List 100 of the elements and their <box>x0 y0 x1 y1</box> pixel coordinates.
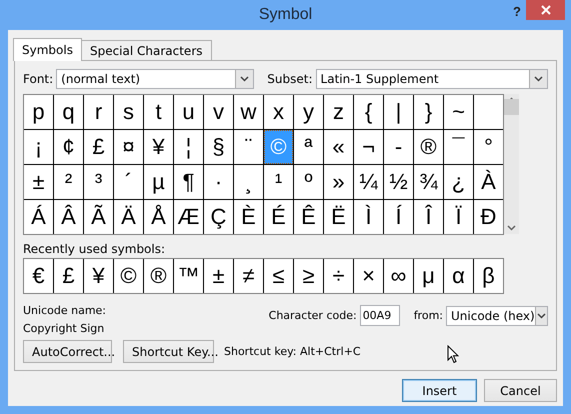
recent-symbol[interactable]: ¥ <box>84 259 113 293</box>
symbol-cell[interactable]: ¡ <box>24 130 53 164</box>
symbol-cell[interactable]: µ <box>144 165 173 199</box>
symbol-cell[interactable]: ª <box>294 130 323 164</box>
close-icon <box>540 5 550 15</box>
subset-dropdown[interactable]: Latin-1 Supplement <box>316 69 548 89</box>
symbol-cell[interactable]: } <box>414 95 443 129</box>
symbol-cell[interactable]: Å <box>144 200 173 234</box>
symbol-cell[interactable]: ¤ <box>114 130 143 164</box>
scrollbar[interactable] <box>504 94 519 234</box>
mouse-pointer-icon <box>447 345 459 364</box>
symbol-cell[interactable]: Á <box>24 200 53 234</box>
close-button[interactable] <box>526 0 565 20</box>
help-button[interactable]: ? <box>513 4 521 19</box>
recent-symbol[interactable]: ± <box>204 259 233 293</box>
symbol-cell[interactable]: « <box>324 130 353 164</box>
symbol-cell[interactable]: ° <box>474 130 503 164</box>
recent-symbols-label: Recently used symbols: <box>23 242 166 256</box>
symbol-cell[interactable]: t <box>144 95 173 129</box>
symbol-cell[interactable]: u <box>174 95 203 129</box>
symbol-cell[interactable]: Í <box>384 200 413 234</box>
tab[interactable]: Symbols <box>13 38 82 61</box>
symbol-cell[interactable]: ² <box>54 165 83 199</box>
symbol-cell[interactable]: ³ <box>84 165 113 199</box>
symbol-cell[interactable]: - <box>384 130 413 164</box>
symbol-cell[interactable]: ¢ <box>54 130 83 164</box>
symbol-cell[interactable]: Ä <box>114 200 143 234</box>
symbol-cell[interactable]: ¥ <box>144 130 173 164</box>
symbol-cell[interactable]: ¦ <box>174 130 203 164</box>
recent-symbol[interactable]: ≥ <box>294 259 323 293</box>
symbol-cell[interactable]: s <box>114 95 143 129</box>
symbol-cell[interactable]: ® <box>414 130 443 164</box>
symbol-cell[interactable]: ± <box>24 165 53 199</box>
symbol-cell[interactable]: ´ <box>114 165 143 199</box>
insert-button[interactable]: Insert <box>402 379 477 402</box>
symbol-cell[interactable]: ¹ <box>264 165 293 199</box>
symbol-cell[interactable]: Ê <box>294 200 323 234</box>
symbol-cell[interactable]: z <box>324 95 353 129</box>
recent-symbol[interactable]: ® <box>144 259 173 293</box>
symbol-cell[interactable]: À <box>474 165 503 199</box>
symbol-cell[interactable]: p <box>24 95 53 129</box>
symbol-cell[interactable]: q <box>54 95 83 129</box>
recent-symbol[interactable]: £ <box>54 259 83 293</box>
symbol-cell[interactable]: ¸ <box>234 165 263 199</box>
font-label: Font: <box>23 72 54 86</box>
character-code-field[interactable]: 00A9 <box>360 305 400 326</box>
symbol-cell[interactable]: È <box>234 200 263 234</box>
from-dropdown[interactable]: Unicode (hex) <box>446 306 548 326</box>
symbol-cell[interactable]: ¯ <box>444 130 473 164</box>
symbol-cell[interactable]: Ë <box>324 200 353 234</box>
recent-symbol[interactable]: ≠ <box>234 259 263 293</box>
symbol-cell[interactable]: ¬ <box>354 130 383 164</box>
symbol-cell[interactable]: § <box>204 130 233 164</box>
symbol-cell[interactable]: É <box>264 200 293 234</box>
symbol-cell[interactable]: Ç <box>204 200 233 234</box>
character-code-label: Character code: <box>268 309 357 322</box>
symbol-cell[interactable]: Â <box>54 200 83 234</box>
symbol-cell[interactable]: y <box>294 95 323 129</box>
symbol-cell[interactable] <box>474 95 503 129</box>
symbol-cell[interactable]: r <box>84 95 113 129</box>
symbol-cell[interactable]: Æ <box>174 200 203 234</box>
symbol-cell[interactable]: Ã <box>84 200 113 234</box>
symbol-cell[interactable]: x <box>264 95 293 129</box>
symbol-cell[interactable]: Î <box>414 200 443 234</box>
symbol-cell[interactable]: ¶ <box>174 165 203 199</box>
symbol-cell[interactable]: { <box>354 95 383 129</box>
symbol-cell[interactable]: v <box>204 95 233 129</box>
recent-symbol[interactable]: α <box>444 259 473 293</box>
symbol-cell[interactable]: ¾ <box>414 165 443 199</box>
scrollbar-thumb[interactable] <box>504 99 519 115</box>
symbol-cell[interactable]: · <box>204 165 233 199</box>
scroll-down-icon[interactable] <box>507 225 516 231</box>
symbol-cell[interactable]: » <box>324 165 353 199</box>
recent-symbol[interactable]: € <box>24 259 53 293</box>
symbol-cell[interactable]: Ï <box>444 200 473 234</box>
recent-symbol[interactable]: μ <box>414 259 443 293</box>
tab[interactable]: Special Characters <box>80 40 212 60</box>
recent-symbol[interactable]: ÷ <box>324 259 353 293</box>
recent-symbol[interactable]: © <box>114 259 143 293</box>
symbol-cell[interactable]: w <box>234 95 263 129</box>
from-label: from: <box>414 309 443 322</box>
symbol-cell[interactable]: £ <box>84 130 113 164</box>
recent-symbol[interactable]: ≤ <box>264 259 293 293</box>
symbol-cell[interactable]: Ð <box>474 200 503 234</box>
cancel-button[interactable]: Cancel <box>484 379 557 402</box>
symbol-cell[interactable]: | <box>384 95 413 129</box>
recent-symbol[interactable]: ™ <box>174 259 203 293</box>
recent-symbol[interactable]: × <box>354 259 383 293</box>
autocorrect-button[interactable]: AutoCorrect... <box>23 340 112 363</box>
symbol-cell[interactable]: ~ <box>444 95 473 129</box>
symbol-cell[interactable]: ½ <box>384 165 413 199</box>
recent-symbol[interactable]: β <box>474 259 503 293</box>
subset-label: Subset: <box>267 72 313 86</box>
symbol-cell[interactable]: Ì <box>354 200 383 234</box>
symbol-cell[interactable]: ¨ <box>234 130 263 164</box>
symbol-cell[interactable]: ¿ <box>444 165 473 199</box>
symbol-cell[interactable]: º <box>294 165 323 199</box>
font-dropdown[interactable]: (normal text) <box>56 69 254 89</box>
symbol-cell[interactable]: ¼ <box>354 165 383 199</box>
recent-symbol[interactable]: ∞ <box>384 259 413 293</box>
